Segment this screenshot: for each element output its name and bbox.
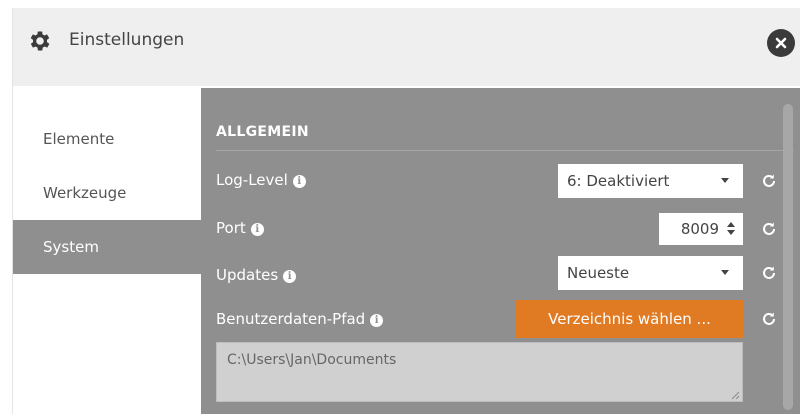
reset-icon[interactable] (761, 221, 777, 237)
port-value: 8009 (680, 220, 719, 238)
sidebar-item-label: Werkzeuge (43, 184, 127, 202)
close-button[interactable] (767, 29, 795, 57)
spinner-icon[interactable] (726, 221, 736, 237)
log-level-label-text: Log-Level (216, 171, 288, 189)
sidebar-item-label: Elemente (43, 130, 115, 148)
choose-directory-button[interactable]: Verzeichnis wählen ... (516, 300, 743, 338)
chevron-down-icon (721, 178, 729, 183)
chevron-down-icon (721, 270, 729, 275)
scrollbar[interactable] (783, 104, 793, 410)
scrollbar-thumb[interactable] (783, 104, 793, 410)
sidebar-item-system[interactable]: System (13, 220, 201, 274)
user-data-path-value: C:\Users\Jan\Documents (227, 352, 397, 368)
user-data-path-field[interactable]: C:\Users\Jan\Documents (216, 342, 743, 402)
updates-value: Neueste (567, 264, 630, 282)
reset-icon[interactable] (761, 173, 777, 189)
updates-select[interactable]: Neueste (558, 256, 743, 290)
user-data-path-label: Benutzerdaten-Pfad i (216, 310, 384, 328)
sidebar-item-label: System (43, 238, 99, 256)
log-level-value: 6: Deaktiviert (567, 172, 670, 190)
user-data-path-label-text: Benutzerdaten-Pfad (216, 310, 366, 328)
reset-icon[interactable] (761, 265, 777, 281)
resize-grip-icon[interactable] (730, 390, 740, 400)
title-bar: Einstellungen (13, 8, 800, 86)
log-level-label: Log-Level i (216, 171, 306, 189)
port-input[interactable]: 8009 (659, 213, 743, 245)
info-icon[interactable]: i (292, 175, 306, 188)
sidebar-item-werkzeuge[interactable]: Werkzeuge (13, 166, 201, 220)
port-label-text: Port (216, 219, 246, 237)
gear-icon (30, 31, 50, 51)
section-title: ALLGEMEIN (216, 124, 309, 140)
settings-panel: ALLGEMEIN Log-Level i 6: Deaktiviert Port… (201, 88, 800, 414)
info-icon[interactable]: i (250, 223, 264, 236)
reset-icon[interactable] (761, 311, 777, 327)
section-divider (216, 150, 794, 151)
info-icon[interactable]: i (283, 270, 297, 283)
log-level-select[interactable]: 6: Deaktiviert (558, 164, 743, 198)
close-icon (775, 37, 787, 49)
updates-label-text: Updates (216, 266, 279, 284)
sidebar-item-elemente[interactable]: Elemente (13, 112, 201, 166)
sidebar: Elemente Werkzeuge System (13, 86, 201, 414)
settings-window: Einstellungen Elemente Werkzeuge System … (12, 8, 800, 414)
info-icon[interactable]: i (370, 314, 384, 327)
port-label: Port i (216, 219, 264, 237)
updates-label: Updates i (216, 266, 297, 284)
window-title: Einstellungen (69, 30, 185, 50)
